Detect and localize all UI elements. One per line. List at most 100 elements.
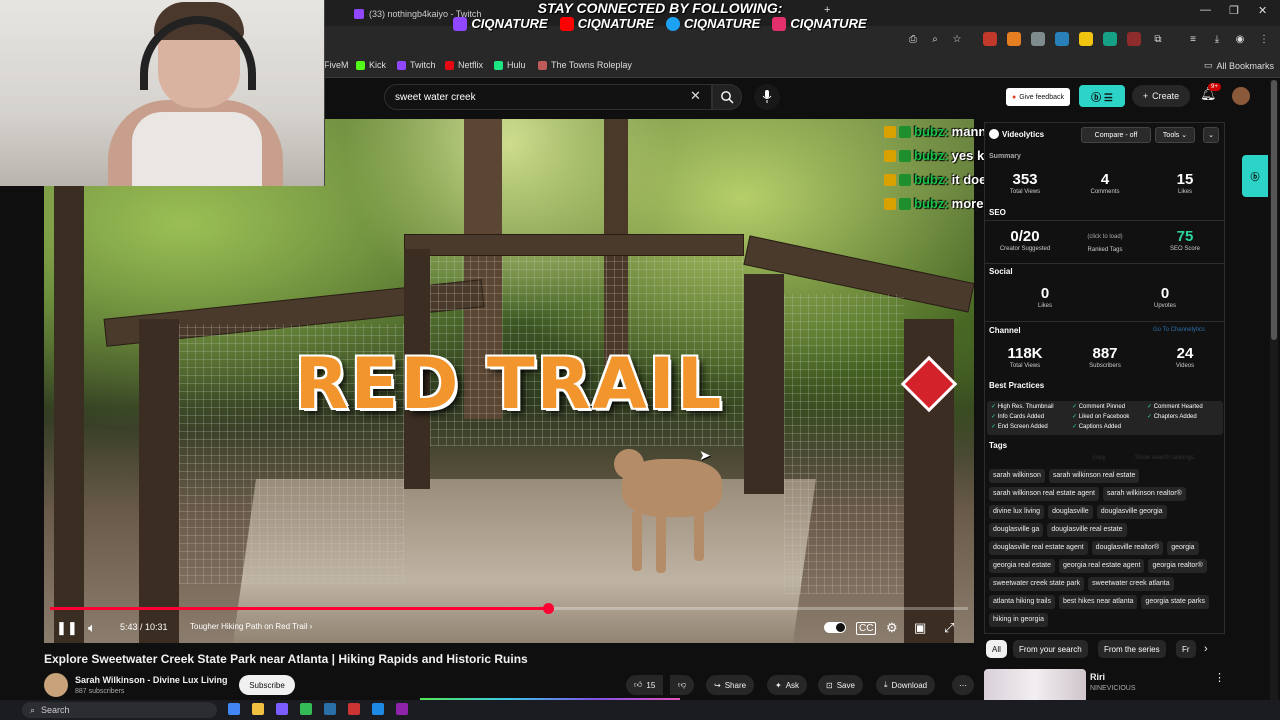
captions-icon[interactable]: CC	[856, 622, 877, 635]
maximize-button[interactable]: ❐	[1229, 4, 1239, 17]
vidiq-toggle-button[interactable]: ⓑ ☰	[1079, 85, 1125, 107]
extension-icon[interactable]	[1127, 32, 1141, 46]
extension-icon[interactable]	[1055, 32, 1069, 46]
tag-chip[interactable]: sarah wilkinson real estate	[1048, 469, 1140, 483]
tag-chip[interactable]: douglasville ga	[989, 523, 1044, 537]
tag-chip[interactable]: sarah wilkinson realtor®	[1102, 487, 1186, 501]
app-taskbar-icon[interactable]	[324, 703, 336, 715]
create-button[interactable]: + Create	[1132, 85, 1190, 107]
profile-icon[interactable]: ◉	[1233, 32, 1247, 46]
tag-chip[interactable]: atlanta hiking trails	[989, 595, 1055, 609]
progress-bar[interactable]	[50, 603, 968, 614]
search-input[interactable]: sweet water creek	[384, 84, 712, 110]
share-button[interactable]: ↪ Share	[706, 675, 755, 695]
like-button[interactable]: 👍︎ 15	[626, 675, 664, 695]
bookmark-item[interactable]: Netflix	[445, 60, 483, 70]
recommendation-channel[interactable]: NINEVICIOUS	[1090, 685, 1136, 692]
app-taskbar-icon[interactable]	[372, 703, 384, 715]
ask-button[interactable]: ✦ Ask	[767, 675, 808, 695]
app-taskbar-icon[interactable]	[396, 703, 408, 715]
chips-next-chevron-icon[interactable]: ›	[1204, 643, 1208, 655]
tag-chip[interactable]: hiking in georgia	[989, 613, 1048, 627]
download-button[interactable]: ⤓ Download	[876, 675, 936, 695]
show-rankings-link[interactable]: Show search rankings	[1135, 455, 1194, 461]
close-window-button[interactable]: ✕	[1258, 4, 1267, 17]
tag-chip[interactable]: georgia realtor®	[1148, 559, 1207, 573]
bookmark-item[interactable]: Kick	[356, 60, 386, 70]
tag-chip[interactable]: georgia	[1167, 541, 1199, 555]
explorer-taskbar-icon[interactable]	[252, 703, 264, 715]
give-feedback-button[interactable]: ● Give feedback	[1006, 88, 1070, 106]
volume-icon[interactable]: 🔈︎	[88, 620, 96, 636]
extensions-puzzle-icon[interactable]: ⧉	[1151, 32, 1165, 46]
save-button[interactable]: ⊡ Save	[818, 675, 863, 695]
tag-chip[interactable]: sarah wilkinson	[989, 469, 1045, 483]
chip-from-your-search[interactable]: From your search	[1013, 640, 1088, 658]
pause-button[interactable]: ❚❚	[56, 620, 78, 636]
extension-icon[interactable]	[1103, 32, 1117, 46]
reading-list-icon[interactable]: ≡	[1186, 32, 1200, 46]
app-taskbar-icon[interactable]	[300, 703, 312, 715]
settings-gear-icon[interactable]: ⚙	[886, 620, 898, 636]
channel-name[interactable]: Sarah Wilkinson - Divine Lux Living	[75, 675, 227, 685]
more-actions-button[interactable]: ⋯	[952, 675, 974, 695]
recommendation-menu-icon[interactable]: ⋮	[1214, 671, 1225, 684]
menu-kebab-icon[interactable]: ⋮	[1257, 32, 1271, 46]
bookmark-item[interactable]: Hulu	[494, 60, 526, 70]
bookmark-star-icon[interactable]: ☆	[950, 32, 964, 46]
account-avatar[interactable]	[1232, 87, 1250, 105]
search-button[interactable]	[712, 84, 742, 110]
all-bookmarks[interactable]: ▭ All Bookmarks	[1204, 60, 1274, 71]
minimize-button[interactable]: —	[1200, 4, 1211, 16]
tag-chip[interactable]: divine lux living	[989, 505, 1045, 519]
tag-chip[interactable]: douglasville real estate agent	[989, 541, 1088, 555]
clear-search-icon[interactable]: ✕	[690, 88, 701, 104]
compare-button[interactable]: Compare - off	[1081, 127, 1151, 143]
voice-search-button[interactable]	[754, 84, 780, 110]
extension-icon[interactable]	[1007, 32, 1021, 46]
tag-chip[interactable]: georgia real estate agent	[1058, 559, 1145, 573]
chip-truncated[interactable]: Fr	[1176, 640, 1196, 658]
dislike-button[interactable]: 👎︎	[670, 675, 695, 695]
chip-all[interactable]: All	[986, 640, 1007, 658]
miniplayer-icon[interactable]: ▣	[914, 620, 926, 636]
tag-chip[interactable]: douglasville realtor®	[1091, 541, 1164, 555]
tag-chip[interactable]: douglasville georgia	[1096, 505, 1167, 519]
bookmark-item[interactable]: Twitch	[397, 60, 436, 70]
tag-chip[interactable]: sweetwater creek atlanta	[1088, 577, 1174, 591]
subscribe-button[interactable]: Subscribe	[239, 675, 295, 695]
tag-chip[interactable]: sweetwater creek state park	[989, 577, 1085, 591]
zoom-icon[interactable]: ⌕	[928, 32, 942, 46]
app-taskbar-icon[interactable]	[276, 703, 288, 715]
download-icon[interactable]: ⤓	[1210, 32, 1224, 46]
copy-tags-link[interactable]: copy	[1093, 455, 1106, 461]
stat-ranked-tags[interactable]: (click to load) Ranked Tags	[1065, 233, 1145, 253]
page-scrollbar[interactable]	[1270, 80, 1278, 700]
tag-chip[interactable]: best hikes near atlanta	[1058, 595, 1138, 609]
bookmark-item[interactable]: FiveM	[324, 60, 349, 70]
video-player[interactable]: RED TRAIL ➤	[44, 119, 974, 643]
tag-chip[interactable]: douglasville	[1048, 505, 1093, 519]
autoplay-toggle[interactable]	[824, 622, 846, 633]
tag-chip[interactable]: georgia real estate	[989, 559, 1055, 573]
extension-icon[interactable]	[983, 32, 997, 46]
vidiq-side-tab[interactable]: ⓑ	[1242, 155, 1268, 197]
channel-avatar[interactable]	[44, 673, 68, 697]
tag-chip[interactable]: douglasville real estate	[1047, 523, 1127, 537]
recommendation-title[interactable]: Riri	[1090, 672, 1105, 682]
tag-chip[interactable]: georgia state parks	[1141, 595, 1209, 609]
extension-icon[interactable]	[1031, 32, 1045, 46]
scrollbar-thumb[interactable]	[1271, 80, 1277, 340]
go-to-channelytics-link[interactable]: Go To Channelytics	[1153, 327, 1205, 333]
extension-icon[interactable]	[1079, 32, 1093, 46]
collapse-chevron-icon[interactable]: ⌄	[1203, 127, 1219, 143]
taskbar-search[interactable]: ⌕ Search	[22, 702, 217, 718]
chapter-title[interactable]: Tougher Hiking Path on Red Trail ›	[190, 622, 312, 631]
chip-from-the-series[interactable]: From the series	[1098, 640, 1166, 658]
install-icon[interactable]: ⎙	[906, 32, 920, 46]
tag-chip[interactable]: sarah wilkinson real estate agent	[989, 487, 1099, 501]
tools-dropdown[interactable]: Tools ⌄	[1155, 127, 1195, 143]
bookmark-item[interactable]: The Towns Roleplay	[538, 60, 632, 70]
fullscreen-icon[interactable]: ⤢	[944, 620, 954, 636]
chrome-taskbar-icon[interactable]	[228, 703, 240, 715]
